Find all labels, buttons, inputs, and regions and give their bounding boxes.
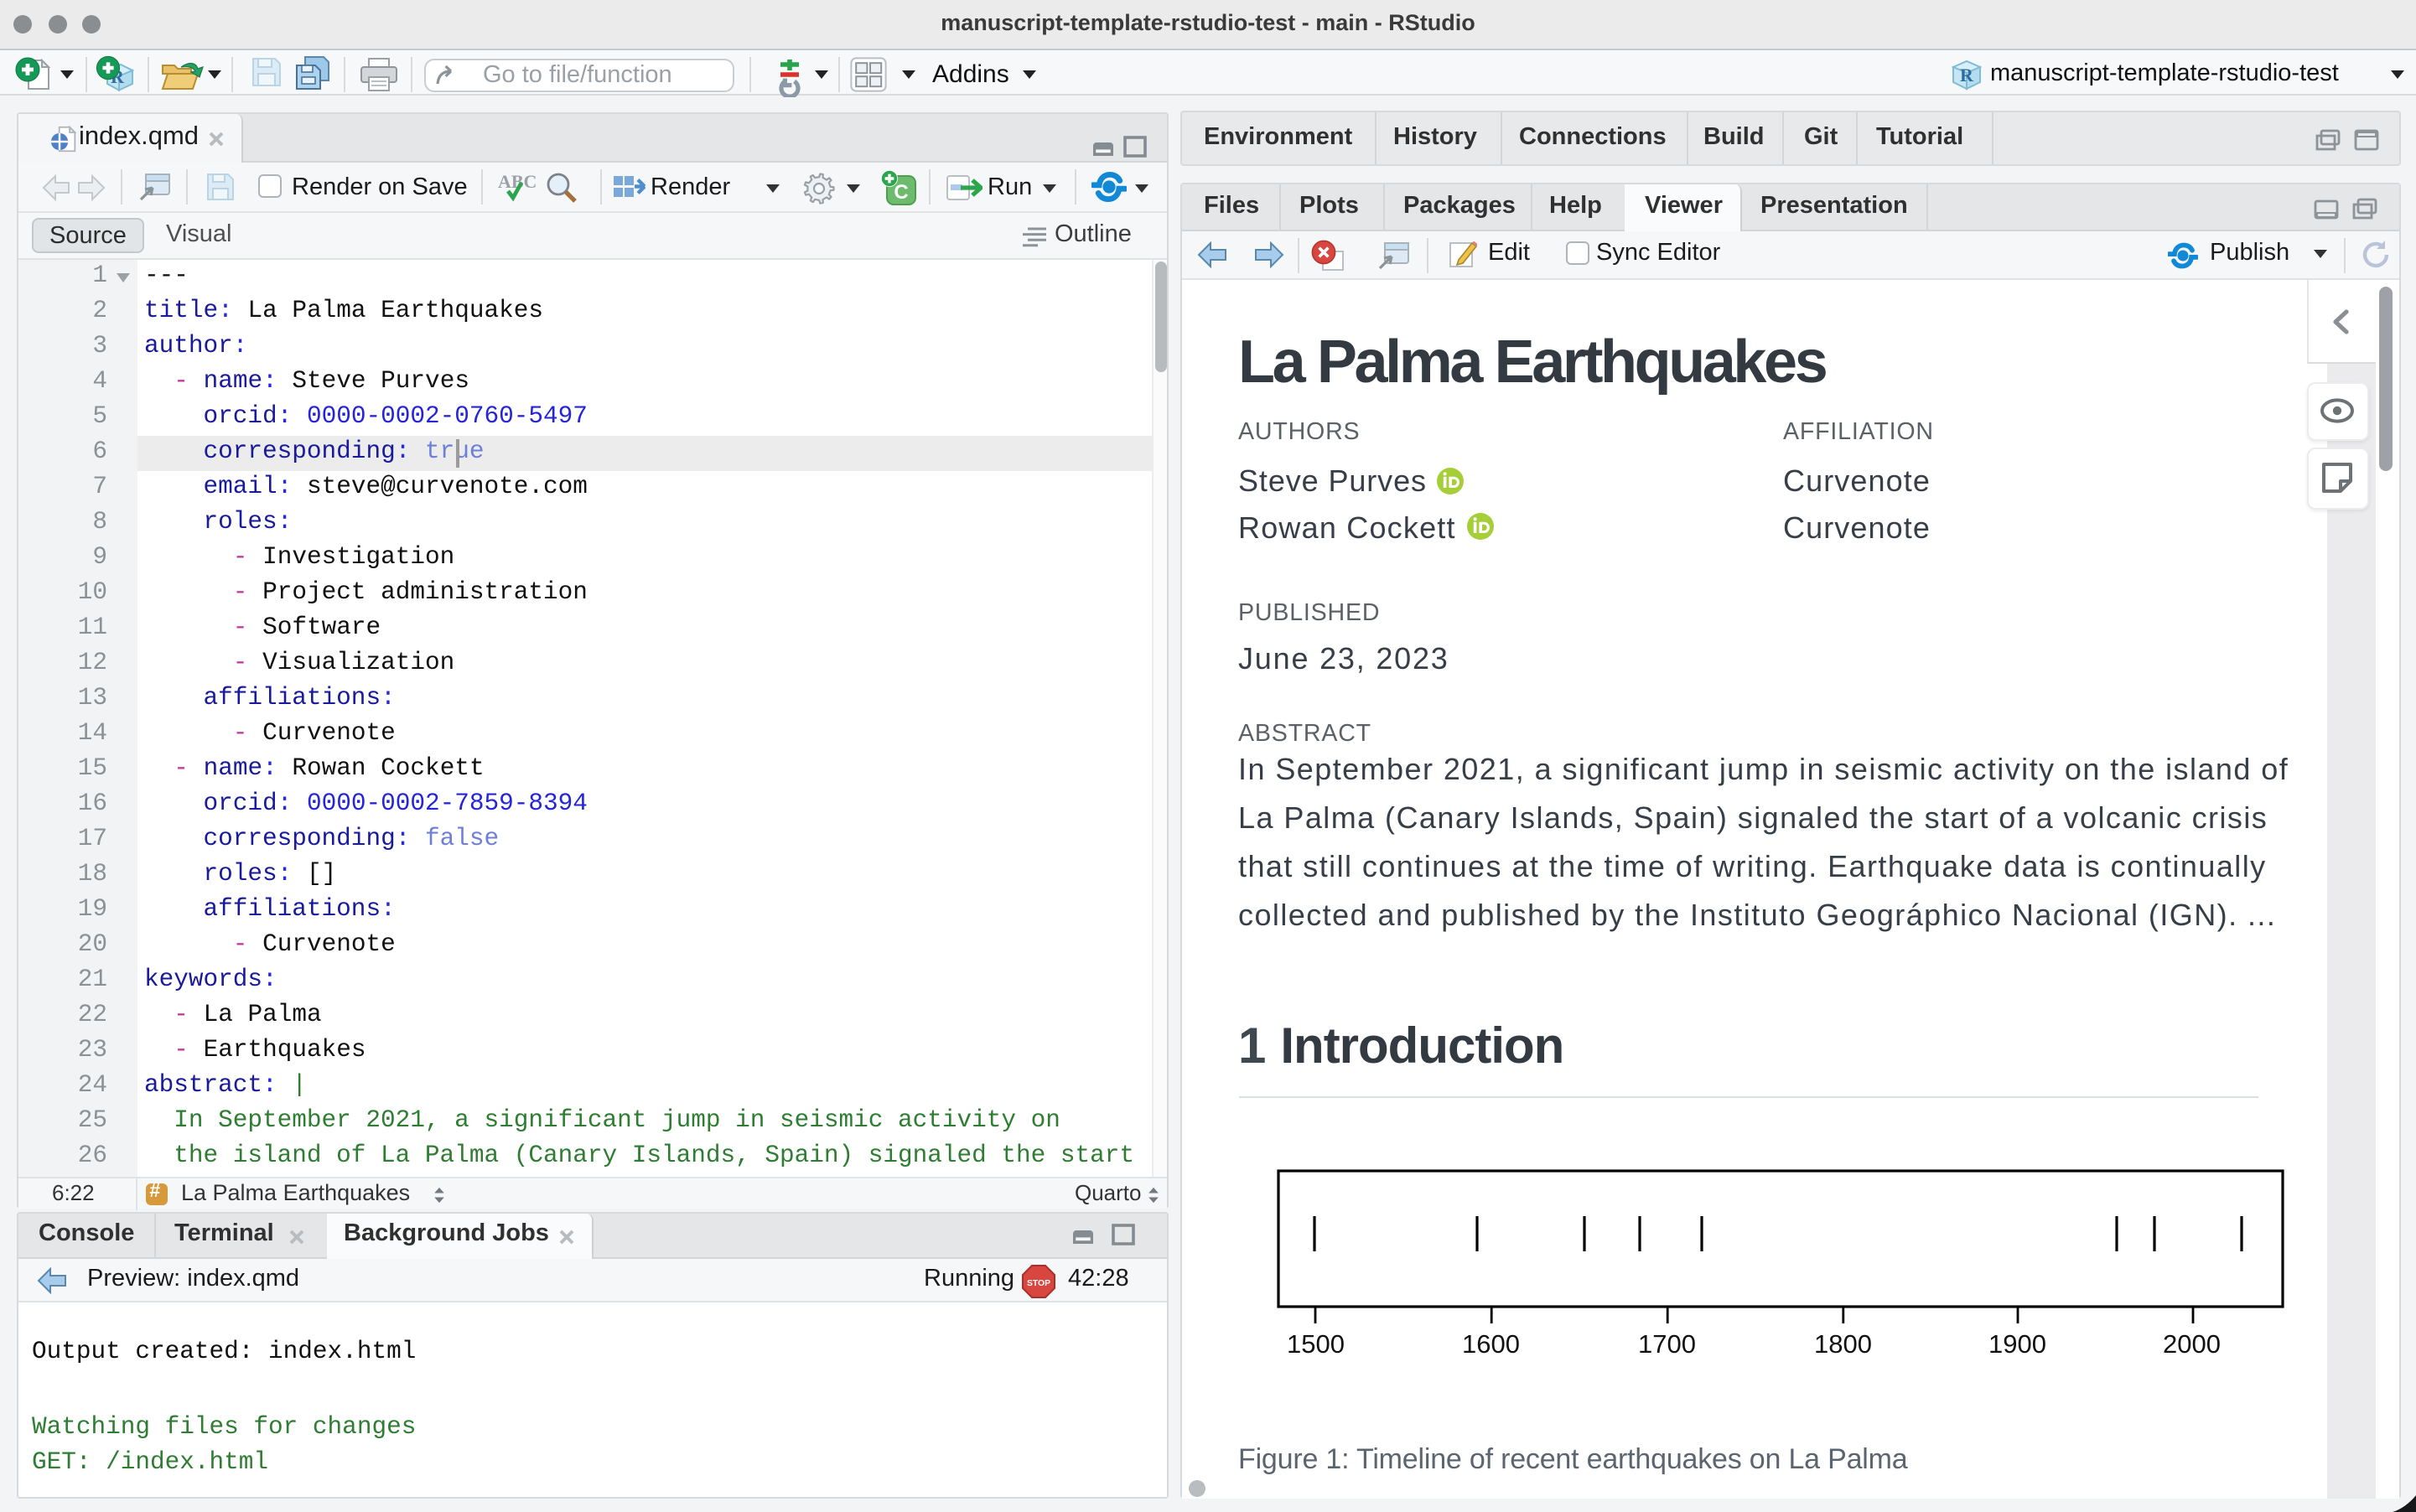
svg-text:R: R [1960,64,1974,85]
svg-text:STOP: STOP [1027,1278,1050,1287]
svg-text:C: C [894,181,908,204]
